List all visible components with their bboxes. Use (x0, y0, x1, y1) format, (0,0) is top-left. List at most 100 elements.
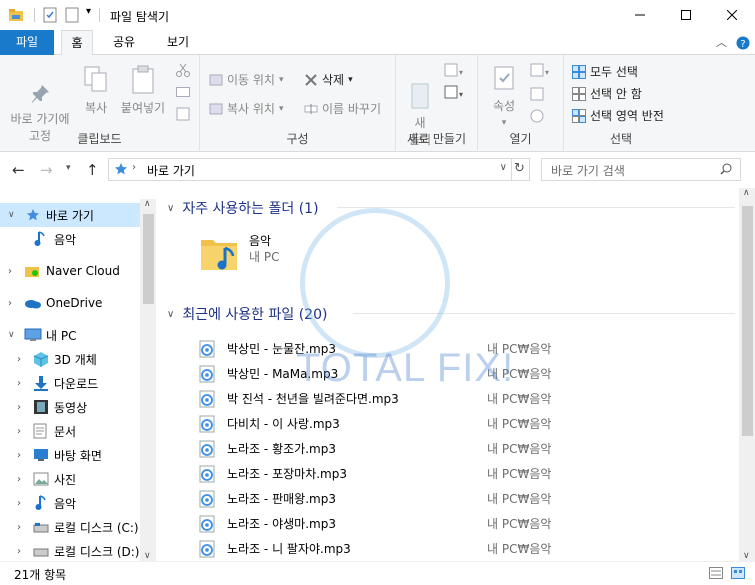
move-to-button[interactable]: 이동 위치 ▾ (209, 71, 284, 88)
properties-button[interactable]: 속성 ▾ (486, 65, 522, 132)
nav-item-music[interactable]: › 음악 (0, 491, 140, 515)
address-path[interactable]: 바로 가기 (147, 162, 195, 179)
expanded-chevron-icon[interactable]: ∨ (8, 330, 15, 340)
cut-icon[interactable] (176, 63, 190, 77)
rename-button[interactable]: 이름 바꾸기 (304, 100, 381, 117)
nav-item-desktop[interactable]: › 바탕 화면 (0, 443, 140, 467)
svg-text:?: ? (740, 39, 745, 50)
item-count: 21개 항목 (14, 568, 67, 582)
address-bar[interactable]: › 바로 가기 ∨ (108, 158, 512, 181)
history-icon[interactable] (530, 109, 544, 123)
recent-locations-icon[interactable]: ▾ (66, 163, 71, 173)
collapsed-chevron-icon[interactable]: › (17, 474, 21, 485)
refresh-icon: ↻ (514, 161, 525, 176)
collapsed-chevron-icon[interactable]: › (17, 402, 21, 413)
collapsed-chevron-icon[interactable]: › (17, 378, 21, 389)
ribbon-tabs: 파일 홈 공유 보기 ︿ ? (0, 30, 755, 56)
collapsed-chevron-icon[interactable]: › (17, 426, 21, 437)
new-folder-quick-icon[interactable] (64, 7, 80, 26)
frequent-folders-header[interactable]: ∨ 자주 사용하는 폴더 (1) (167, 198, 319, 218)
collapsed-chevron-icon[interactable]: › (17, 498, 21, 509)
collapsed-chevron-icon[interactable]: › (8, 298, 12, 309)
nav-item-local-disk-c[interactable]: › 로컬 디스크 (C:) (0, 515, 140, 539)
recent-file-row[interactable]: 노라조 - 황조가.mp3 내 PC₩음악 (197, 436, 737, 461)
scroll-down-icon[interactable]: ∨ (743, 551, 750, 561)
pin-icon (32, 85, 49, 103)
open-icon[interactable]: ▾ (530, 63, 552, 79)
nav-item-quick-access[interactable]: ∨ 바로 가기 (0, 203, 140, 227)
paste-shortcut-icon[interactable] (176, 107, 190, 121)
new-item-icon[interactable]: ▾ (444, 63, 464, 79)
details-view-icon[interactable] (709, 567, 723, 582)
search-icon[interactable] (720, 163, 732, 178)
content-scrollbar-thumb[interactable] (742, 206, 753, 436)
collapsed-chevron-icon[interactable]: › (17, 522, 21, 533)
scroll-down-icon[interactable]: ∨ (144, 551, 151, 561)
recent-file-row[interactable]: 노라조 - 니 팔자야.mp3 내 PC₩음악 (197, 536, 737, 561)
select-group-label: 선택 (609, 132, 633, 146)
copy-path-icon[interactable] (176, 87, 190, 97)
nav-item-documents[interactable]: › 문서 (0, 419, 140, 443)
nav-item-local-disk-d[interactable]: › 로컬 디스크 (D:) (0, 539, 140, 563)
watermark-text: TOTAL FIX! (296, 346, 515, 390)
recent-file-row[interactable]: 노라조 - 야생마.mp3 내 PC₩음악 (197, 511, 737, 536)
section-collapse-chevron-icon[interactable]: ∨ (167, 309, 174, 320)
organize-group: 이동 위치 ▾ 삭제 ▾ 복사 위치 ▾ 이름 바꾸기 구성 (200, 55, 396, 152)
search-input[interactable]: 바로 가기 검색 (541, 158, 741, 181)
recent-file-row[interactable]: 노라조 - 판매왕.mp3 내 PC₩음악 (197, 486, 737, 511)
refresh-button[interactable]: ↻ (511, 158, 530, 181)
rename-icon (304, 103, 318, 114)
recent-file-row[interactable]: 다비치 - 이 사랑.mp3 내 PC₩음악 (197, 411, 737, 436)
invert-selection-button[interactable]: 선택 영역 반전 (572, 107, 664, 124)
properties-quick-icon[interactable] (42, 7, 58, 26)
select-all-icon (572, 64, 586, 79)
recent-file-row[interactable]: 노라조 - 포장마차.mp3 내 PC₩음악 (197, 461, 737, 486)
minimize-button[interactable] (617, 0, 663, 30)
collapsed-chevron-icon[interactable]: › (17, 450, 21, 461)
nav-item-downloads[interactable]: › 다운로드 (0, 371, 140, 395)
nav-item-videos[interactable]: › 동영상 (0, 395, 140, 419)
customize-quick-access-icon[interactable]: ▾ (86, 6, 91, 17)
search-placeholder: 바로 가기 검색 (551, 164, 625, 178)
close-button[interactable] (709, 0, 755, 30)
up-icon[interactable]: ↑ (86, 161, 99, 179)
collapsed-chevron-icon[interactable]: › (17, 546, 21, 557)
tab-file[interactable]: 파일 (0, 30, 54, 55)
expanded-chevron-icon[interactable]: ∨ (8, 210, 15, 220)
new-folder-button[interactable]: 새 폴더 (402, 65, 438, 166)
back-icon[interactable]: ← (12, 161, 25, 179)
nav-item-this-pc[interactable]: ∨ 내 PC (0, 323, 140, 347)
tab-home[interactable]: 홈 (61, 30, 93, 56)
select-all-button[interactable]: 모두 선택 (572, 63, 638, 80)
scroll-up-icon[interactable]: ∧ (144, 199, 151, 209)
nav-scrollbar-thumb[interactable] (143, 214, 154, 304)
file-location: 내 PC₩음악 (487, 467, 552, 481)
edit-icon[interactable] (530, 87, 544, 101)
easy-access-icon[interactable]: ▾ (444, 85, 464, 101)
maximize-button[interactable] (663, 0, 709, 30)
tab-view[interactable]: 보기 (158, 30, 198, 55)
copy-button[interactable]: 복사 (78, 65, 114, 117)
collapsed-chevron-icon[interactable]: › (17, 354, 21, 365)
copy-to-button[interactable]: 복사 위치 ▾ (209, 100, 284, 117)
nav-item-pictures[interactable]: › 사진 (0, 467, 140, 491)
nav-item-onedrive[interactable]: › OneDrive (0, 291, 140, 315)
collapse-ribbon-icon[interactable]: ︿ (716, 34, 727, 50)
nav-item-3d-objects[interactable]: › 3D 개체 (0, 347, 140, 371)
collapsed-chevron-icon[interactable]: › (8, 266, 12, 277)
large-icons-view-icon[interactable] (731, 567, 745, 582)
delete-button[interactable]: 삭제 ▾ (304, 71, 353, 88)
nav-item-music-quick[interactable]: 음악 (0, 227, 140, 251)
scroll-up-icon[interactable]: ∧ (743, 188, 750, 198)
forward-icon[interactable]: → (40, 161, 53, 179)
breadcrumb-chevron-icon[interactable]: › (132, 162, 136, 173)
address-dropdown-icon[interactable]: ∨ (500, 162, 507, 173)
nav-item-naver-cloud[interactable]: › Naver Cloud (0, 259, 140, 283)
paste-button[interactable]: 붙여넣기 (118, 65, 168, 117)
help-icon[interactable]: ? (736, 36, 750, 53)
pin-quick-access-button[interactable]: 바로 가기에 고정 (6, 65, 74, 162)
tab-share[interactable]: 공유 (104, 30, 144, 55)
section-collapse-chevron-icon[interactable]: ∨ (167, 203, 174, 214)
folder-app-icon[interactable] (8, 7, 24, 26)
select-none-button[interactable]: 선택 안 함 (572, 85, 642, 102)
